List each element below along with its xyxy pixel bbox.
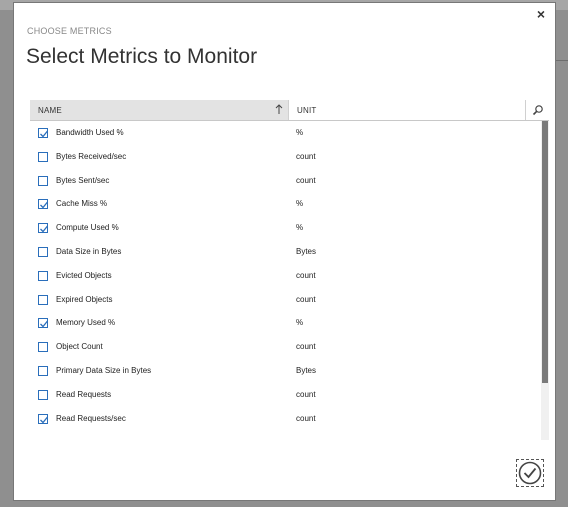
background-edge [556,60,568,91]
metric-name: Evicted Objects [56,270,112,280]
metric-checkbox[interactable] [38,223,49,234]
metric-name: Object Count [56,342,103,352]
metric-checkbox[interactable] [38,199,49,210]
search-icon[interactable] [532,104,544,116]
metric-checkbox[interactable] [38,175,48,186]
metric-unit: count [296,175,316,185]
metric-unit: count [296,342,316,352]
metric-row[interactable]: Bytes Received/sec count [30,147,540,171]
metric-name: Bytes Received/sec [56,151,127,161]
metric-checkbox[interactable] [38,128,49,138]
close-button[interactable]: × [533,6,549,22]
column-header-unit[interactable]: UNIT [288,100,525,120]
grid-header: NAME UNIT [30,100,549,121]
metrics-grid: NAME UNIT Bandwidth Used %% Bytes Receive… [30,100,549,440]
metric-checkbox[interactable] [38,389,48,400]
metric-checkbox[interactable] [38,270,48,281]
checkmark-circle-icon[interactable] [517,460,543,486]
metric-unit: % [296,318,304,328]
metric-row[interactable]: Memory Used %% [30,313,540,337]
checkmark-icon [40,225,49,233]
metric-name: Data Size in Bytes [56,247,122,256]
sort-ascending-icon[interactable] [273,103,285,116]
metric-unit: count [296,413,316,423]
metric-row[interactable]: Expired Objects count [30,290,540,314]
metric-name: Memory Used % [56,318,116,328]
metric-unit: count [296,270,316,280]
metric-row[interactable]: Bytes Sent/sec count [30,171,540,195]
metric-unit: % [296,223,304,233]
metric-row[interactable]: Bandwidth Used %% [30,123,540,147]
metric-row[interactable]: Cache Miss %% [30,194,540,218]
checkmark-icon [40,201,49,209]
confirm-button[interactable] [516,459,544,487]
metric-name: Primary Data Size in Bytes [56,366,152,375]
metric-unit: % [296,128,304,137]
metric-name: Bandwidth Used % [56,128,124,137]
metric-checkbox[interactable] [38,151,48,162]
metric-name: Read Requests [56,389,112,399]
metric-checkbox[interactable] [38,366,48,376]
metric-checkbox[interactable] [38,342,48,353]
metric-checkbox[interactable] [38,413,49,424]
metrics-list: Bandwidth Used %% Bytes Received/sec count… [30,123,540,440]
metric-name: Expired Objects [56,294,113,304]
metric-name: Compute Used % [56,223,119,233]
metric-name: Cache Miss % [56,199,108,209]
metric-row[interactable]: Data Size in Bytes Bytes [30,242,540,266]
metric-row[interactable]: Object Count count [30,337,540,361]
dialog-eyebrow: CHOOSE METRICS [27,26,112,36]
close-icon[interactable]: × [537,6,545,22]
metric-unit: Bytes [296,366,317,375]
choose-metrics-dialog: × CHOOSE METRICS Select Metrics to Monit… [13,2,556,501]
scrollbar-thumb[interactable] [542,121,548,383]
dialog-title: Select Metrics to Monitor [26,45,258,68]
column-header-name[interactable]: NAME [30,100,288,120]
metric-unit: Bytes [296,247,317,256]
metric-checkbox[interactable] [38,318,49,329]
metric-row[interactable]: Read Requests count [30,385,540,409]
metric-name: Bytes Sent/sec [56,175,110,185]
metric-row[interactable]: Read Requests/sec count [30,409,540,433]
metric-unit: count [296,294,316,304]
column-header-name-label: NAME [38,106,62,115]
scrollbar-track[interactable] [541,121,549,440]
checkmark-icon [40,320,49,328]
grid-search-button[interactable] [525,100,549,120]
metric-checkbox[interactable] [38,247,48,257]
metric-row[interactable]: Compute Used %% [30,218,540,242]
checkmark-icon [40,416,49,424]
metric-unit: count [296,389,316,399]
metric-row[interactable]: Evicted Objects count [30,266,540,290]
metric-name: Read Requests/sec [56,413,126,423]
metric-checkbox[interactable] [38,294,48,305]
checkmark-icon [40,130,49,138]
column-header-unit-label: UNIT [297,106,317,115]
metric-row[interactable]: Primary Data Size in Bytes Bytes [30,361,540,385]
metric-unit: % [296,199,304,209]
metric-unit: count [296,151,316,161]
